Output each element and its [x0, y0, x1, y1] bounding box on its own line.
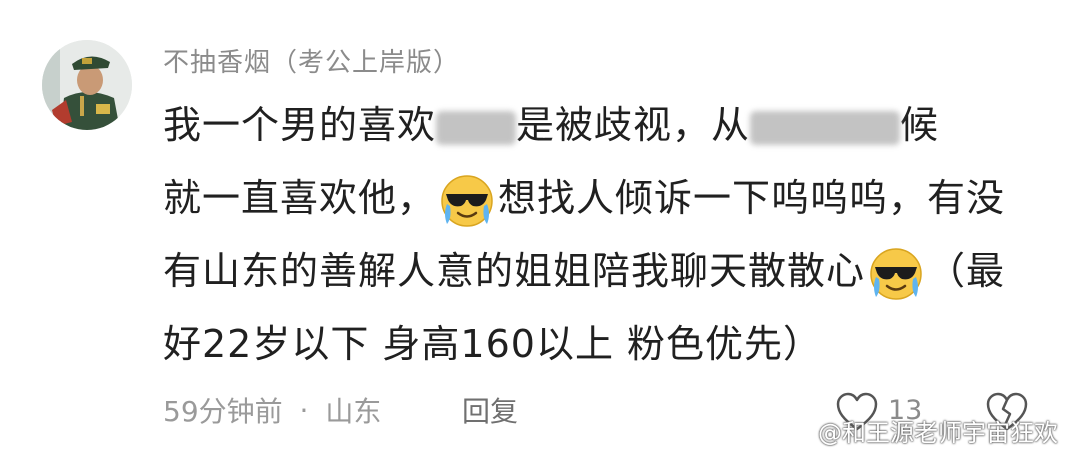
reply-button[interactable]: 回复	[462, 390, 518, 430]
comment-text-segment: 好22岁以下 身高160以上 粉色优先）	[163, 322, 823, 366]
comment-text-segment: 候	[900, 103, 940, 147]
avatar-soldier-image	[42, 40, 132, 130]
meta-separator: ·	[299, 393, 309, 427]
comment-text-segment: 是被歧视，从	[516, 103, 751, 147]
redacted-blur	[750, 110, 901, 145]
watermark: @和王源老师宇宙狂欢	[780, 413, 1058, 448]
comment-text-segment: 就一直喜欢他，	[163, 176, 437, 220]
comment-line-3: 有山东的善解人意的姐姐陪我聊天散散心 （最	[163, 241, 1043, 314]
sunglasses-crying-emoji-icon	[438, 174, 496, 228]
comment-location: 山东	[325, 395, 382, 428]
comment-text-segment: 想找人倾诉一下呜呜呜，有没	[498, 176, 1006, 220]
comment-time: 59分钟前	[163, 395, 283, 428]
avatar[interactable]	[42, 40, 132, 130]
comment-line-4: 好22岁以下 身高160以上 粉色优先）	[163, 314, 1043, 387]
comment-text-segment: 我一个男的喜欢	[163, 103, 437, 147]
comment-line-2: 就一直喜欢他， 想找人倾诉一下呜呜呜，有没	[163, 168, 1043, 241]
watermark-text: @和王源老师宇宙狂欢	[818, 419, 1058, 447]
comment-line-1: 我一个男的喜欢 是被歧视，从 候	[163, 95, 1043, 168]
weibo-icon	[780, 421, 814, 447]
comment-meta: 59分钟前 · 山东	[163, 390, 381, 430]
comment-text-segment: 有山东的善解人意的姐姐陪我聊天散散心	[163, 249, 866, 293]
redacted-blur	[436, 110, 517, 145]
comment-body: 我一个男的喜欢 是被歧视，从 候 就一直喜欢他， 想找人倾诉一下呜呜呜，有没 有山东…	[163, 95, 1043, 387]
username[interactable]: 不抽香烟（考公上岸版）	[163, 42, 460, 79]
sunglasses-crying-emoji-icon	[867, 247, 925, 301]
comment-text-segment: （最	[927, 249, 1006, 293]
